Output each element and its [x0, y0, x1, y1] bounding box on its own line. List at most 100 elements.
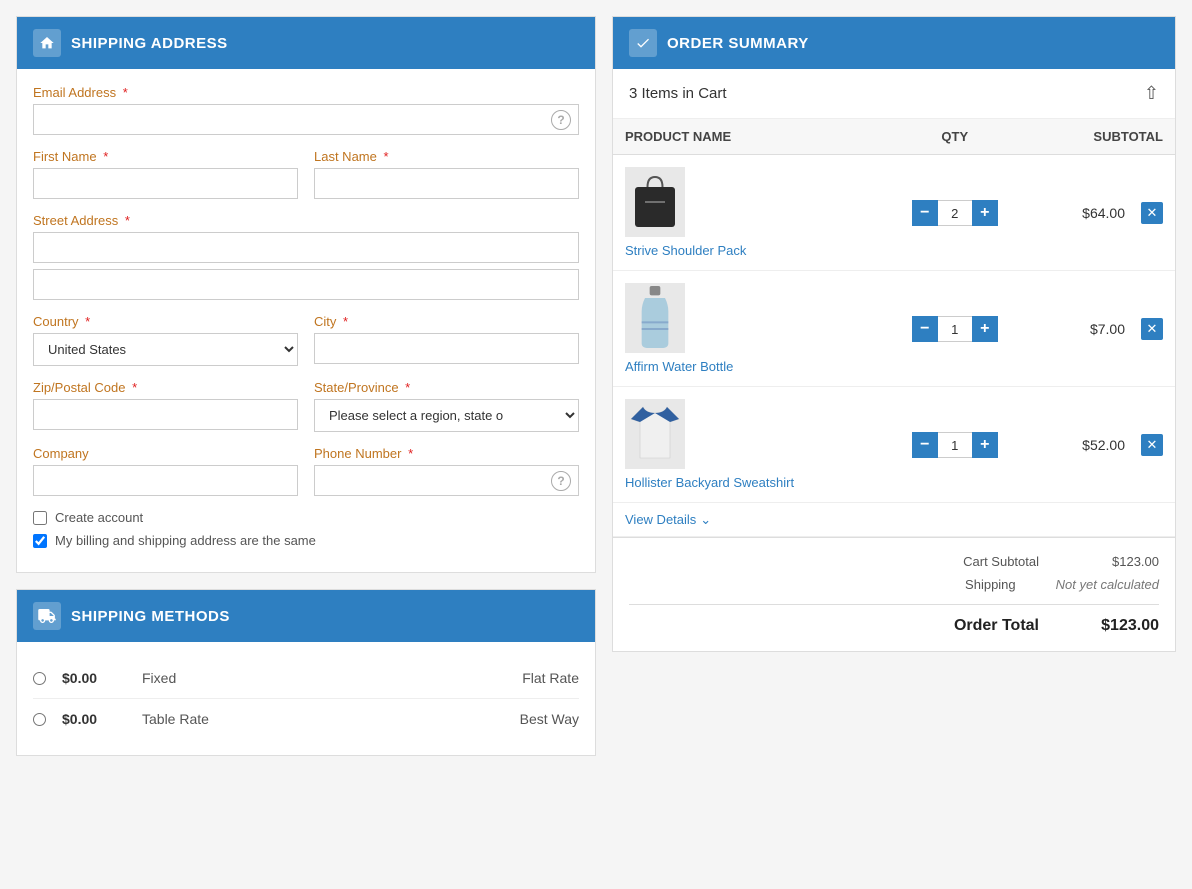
zip-row: Zip/Postal Code * — [33, 380, 298, 432]
product-image-2 — [625, 399, 685, 469]
left-column: SHIPPING ADDRESS Email Address * ? — [16, 16, 596, 772]
totals-divider — [629, 604, 1159, 605]
email-help-icon[interactable]: ? — [551, 110, 571, 130]
phone-help-icon[interactable]: ? — [551, 471, 571, 491]
product-image-1 — [625, 283, 685, 353]
shipping-name: Best Way — [520, 711, 579, 727]
qty-cell-1: − 1 + — [879, 271, 1031, 387]
phone-label: Phone Number * — [314, 446, 579, 461]
table-row: Strive Shoulder Pack − 2 + $64.00 ✕ — [613, 155, 1175, 271]
create-account-row: Create account — [33, 510, 579, 525]
qty-cell-0: − 2 + — [879, 155, 1031, 271]
state-label: State/Province * — [314, 380, 579, 395]
product-link-0[interactable]: Strive Shoulder Pack — [625, 243, 867, 258]
street-label: Street Address * — [33, 213, 579, 228]
qty-value-2: 1 — [938, 432, 972, 458]
table-row: Hollister Backyard Sweatshirt − 1 + $52.… — [613, 387, 1175, 503]
country-row: Country * United States — [33, 314, 298, 366]
billing-same-label: My billing and shipping address are the … — [55, 533, 316, 548]
checkmark-icon — [629, 29, 657, 57]
cart-toggle[interactable]: 3 Items in Cart ⇧ — [613, 69, 1175, 119]
shipping-methods-header: SHIPPING METHODS — [17, 590, 595, 642]
zip-input[interactable] — [33, 399, 298, 430]
billing-same-checkbox[interactable] — [33, 534, 47, 548]
street-address-line1[interactable] — [33, 232, 579, 263]
order-total-label: Order Total — [954, 617, 1039, 635]
qty-increase-2[interactable]: + — [972, 432, 998, 458]
company-row: Company — [33, 446, 298, 496]
qty-value-1: 1 — [938, 316, 972, 342]
city-input[interactable] — [314, 333, 579, 364]
phone-row: Phone Number * ? — [314, 446, 579, 496]
remove-item-1[interactable]: ✕ — [1141, 318, 1163, 340]
shipping-radio-0[interactable] — [33, 672, 46, 685]
subtotal-value-2: $52.00 — [1082, 437, 1125, 453]
product-table: PRODUCT NAME QTY SUBTOTAL Strive Shoulde… — [613, 119, 1175, 503]
state-row: State/Province * Please select a region,… — [314, 380, 579, 432]
shipping-label: Shipping — [965, 577, 1016, 592]
table-row: Affirm Water Bottle − 1 + $7.00 ✕ — [613, 271, 1175, 387]
shipping-address-header: SHIPPING ADDRESS — [17, 17, 595, 69]
home-icon — [33, 29, 61, 57]
subtotal-value-0: $64.00 — [1082, 205, 1125, 221]
col-subtotal: SUBTOTAL — [1031, 119, 1175, 155]
cart-subtotal-row: Cart Subtotal $123.00 — [629, 550, 1159, 573]
qty-value-0: 2 — [938, 200, 972, 226]
product-cell-0: Strive Shoulder Pack — [613, 155, 879, 271]
shipping-name: Flat Rate — [522, 670, 579, 686]
cart-subtotal-label: Cart Subtotal — [963, 554, 1039, 569]
view-details-button[interactable]: View Details ⌄ — [625, 512, 711, 528]
qty-controls-0: − 2 + — [891, 200, 1019, 226]
chevron-up-icon: ⇧ — [1144, 83, 1159, 104]
first-name-row: First Name * — [33, 149, 298, 199]
email-input[interactable] — [33, 104, 579, 135]
view-details-row: View Details ⌄ — [613, 503, 1175, 537]
shipping-radio-1[interactable] — [33, 713, 46, 726]
qty-increase-0[interactable]: + — [972, 200, 998, 226]
product-image-0 — [625, 167, 685, 237]
country-label: Country * — [33, 314, 298, 329]
street-address-line2[interactable] — [33, 269, 579, 300]
order-total-value: $123.00 — [1079, 617, 1159, 635]
country-select[interactable]: United States — [33, 333, 298, 366]
qty-controls-1: − 1 + — [891, 316, 1019, 342]
qty-increase-1[interactable]: + — [972, 316, 998, 342]
shipping-methods-body: $0.00 Fixed Flat Rate $0.00 Table Rate B… — [17, 642, 595, 755]
shipping-methods-section: SHIPPING METHODS $0.00 Fixed Flat Rate $… — [16, 589, 596, 756]
table-header-row: PRODUCT NAME QTY SUBTOTAL — [613, 119, 1175, 155]
create-account-label: Create account — [55, 510, 143, 525]
subtotal-cell-1: $7.00 ✕ — [1031, 271, 1175, 387]
shipping-price: $0.00 — [62, 670, 142, 686]
first-name-label: First Name * — [33, 149, 298, 164]
first-name-input[interactable] — [33, 168, 298, 199]
product-link-1[interactable]: Affirm Water Bottle — [625, 359, 867, 374]
cart-subtotal-value: $123.00 — [1079, 554, 1159, 569]
subtotal-cell-0: $64.00 ✕ — [1031, 155, 1175, 271]
remove-item-0[interactable]: ✕ — [1141, 202, 1163, 224]
shipping-type: Table Rate — [142, 711, 520, 727]
phone-input-wrapper: ? — [314, 465, 579, 496]
right-column: ORDER SUMMARY 3 Items in Cart ⇧ PRODUCT … — [612, 16, 1176, 772]
email-label: Email Address * — [33, 85, 579, 100]
shipping-methods-list: $0.00 Fixed Flat Rate $0.00 Table Rate B… — [33, 658, 579, 739]
phone-input[interactable] — [314, 465, 579, 496]
totals-section: Cart Subtotal $123.00 Shipping Not yet c… — [613, 537, 1175, 651]
state-select[interactable]: Please select a region, state o — [314, 399, 579, 432]
shipping-method-row: $0.00 Fixed Flat Rate — [33, 658, 579, 699]
qty-decrease-0[interactable]: − — [912, 200, 938, 226]
product-link-2[interactable]: Hollister Backyard Sweatshirt — [625, 475, 867, 490]
email-row: Email Address * ? — [33, 85, 579, 135]
qty-decrease-1[interactable]: − — [912, 316, 938, 342]
last-name-input[interactable] — [314, 168, 579, 199]
remove-item-2[interactable]: ✕ — [1141, 434, 1163, 456]
qty-decrease-2[interactable]: − — [912, 432, 938, 458]
street-address-row: Street Address * — [33, 213, 579, 300]
truck-icon — [33, 602, 61, 630]
shipping-address-section: SHIPPING ADDRESS Email Address * ? — [16, 16, 596, 573]
company-input[interactable] — [33, 465, 298, 496]
email-input-wrapper: ? — [33, 104, 579, 135]
city-row: City * — [314, 314, 579, 366]
product-table-body: Strive Shoulder Pack − 2 + $64.00 ✕ — [613, 155, 1175, 503]
col-qty: QTY — [879, 119, 1031, 155]
create-account-checkbox[interactable] — [33, 511, 47, 525]
